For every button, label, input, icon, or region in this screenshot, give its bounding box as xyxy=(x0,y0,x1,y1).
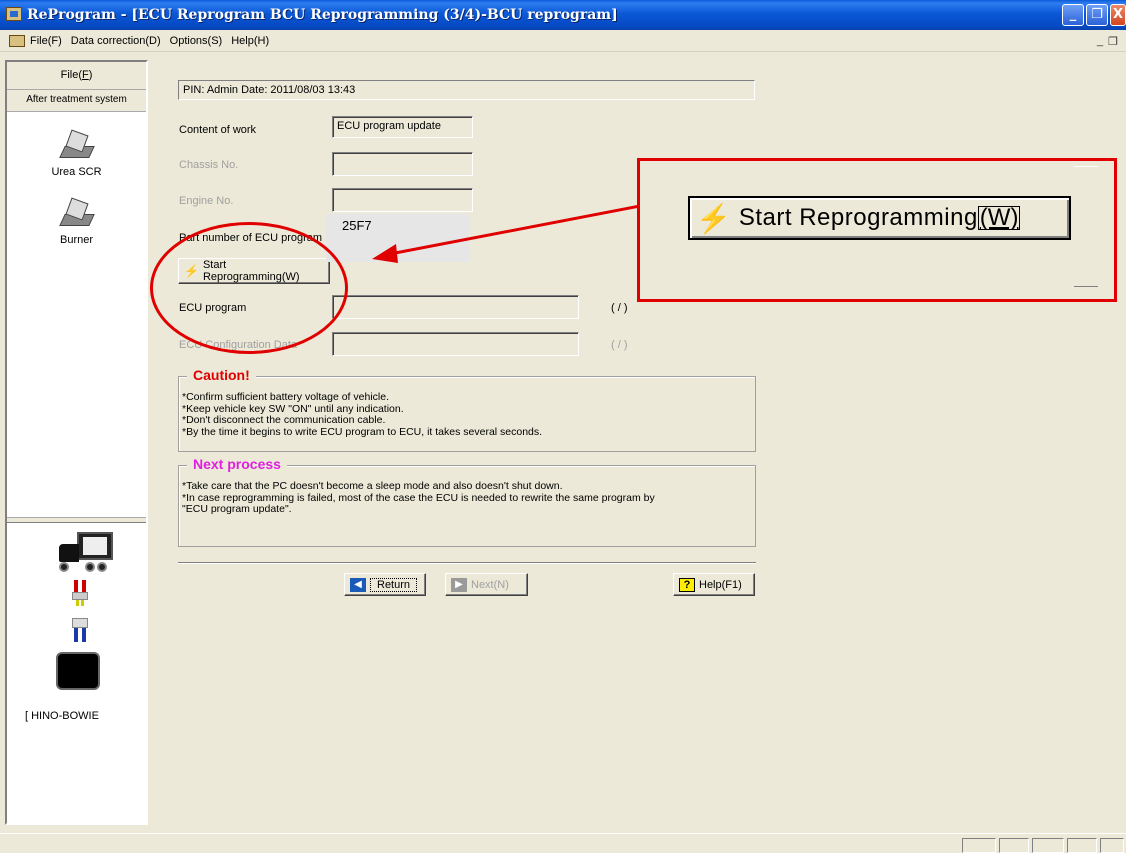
reprogram-chip-icon: ⚡ xyxy=(696,202,731,234)
pencil-plate-icon xyxy=(58,128,95,162)
pin-date-bar: PIN: Admin Date: 2011/08/03 13:43 xyxy=(178,80,755,100)
menu-help[interactable]: Help(H) xyxy=(231,35,269,47)
menu-data-correction[interactable]: Data correction(D) xyxy=(71,35,161,47)
document-icon xyxy=(9,35,25,47)
status-cell xyxy=(1100,838,1124,853)
sidebar-item-burner[interactable]: Burner xyxy=(7,196,146,246)
ecu-program-count: ( / ) xyxy=(611,302,628,314)
close-button[interactable]: X xyxy=(1110,4,1126,26)
sidebar-category: After treatment system xyxy=(7,90,146,112)
zoom-callout: ⚡ Start Reprogramming (W) xyxy=(637,158,1117,302)
menu-bar: File(F) Data correction(D) Options(S) He… xyxy=(0,30,1126,52)
panel-divider xyxy=(7,517,146,523)
back-arrow-icon: ◀ xyxy=(350,577,366,592)
next-button[interactable]: ▶ Next(N) xyxy=(445,573,528,596)
content-of-work-label: Content of work xyxy=(179,124,257,136)
ecu-icon xyxy=(56,652,100,690)
status-cell xyxy=(999,838,1029,853)
caution-group: Caution! *Confirm sufficient battery vol… xyxy=(178,367,756,452)
connector-red-icon xyxy=(71,580,89,606)
chassis-no-label: Chassis No. xyxy=(179,159,239,171)
caution-text: *Confirm sufficient battery voltage of v… xyxy=(182,391,543,438)
faint-line xyxy=(1074,286,1098,288)
ecu-config-count: ( / ) xyxy=(611,339,628,351)
app-icon xyxy=(6,7,22,21)
chassis-no-field[interactable] xyxy=(332,152,473,176)
sidebar-header[interactable]: File(F) xyxy=(7,62,146,90)
ecu-program-progress xyxy=(332,295,579,319)
content-of-work-field: ECU program update xyxy=(332,116,473,138)
help-question-icon: ? xyxy=(679,577,695,592)
return-button[interactable]: ◀ Return xyxy=(344,573,426,596)
sidebar-item-label: Burner xyxy=(59,234,94,246)
forward-arrow-icon: ▶ xyxy=(451,577,467,592)
next-process-text: *Take care that the PC doesn't become a … xyxy=(182,480,655,515)
help-button[interactable]: ? Help(F1) xyxy=(673,573,755,596)
truck-icon xyxy=(55,532,115,574)
sidebar: File(F) After treatment system Urea SCR … xyxy=(5,60,148,825)
status-cell xyxy=(1032,838,1064,853)
title-bar: ReProgram - [ECU Reprogram BCU Reprogram… xyxy=(0,0,1126,30)
status-cell xyxy=(962,838,996,853)
divider-line xyxy=(178,562,756,564)
ecu-config-progress xyxy=(332,332,579,356)
menu-options[interactable]: Options(S) xyxy=(170,35,223,47)
mdi-restore-button[interactable]: ❐ xyxy=(1108,35,1118,48)
next-process-title: Next process xyxy=(187,456,287,472)
next-process-group: Next process *Take care that the PC does… xyxy=(178,456,756,547)
faint-line xyxy=(1074,166,1098,168)
sidebar-item-urea-scr[interactable]: Urea SCR xyxy=(7,128,146,178)
vehicle-label: [ HINO-BOWIE xyxy=(25,710,99,722)
mdi-minimize-button[interactable]: _ xyxy=(1097,35,1103,47)
sidebar-item-label: Urea SCR xyxy=(51,166,102,178)
zoomed-start-reprogramming-button: ⚡ Start Reprogramming (W) xyxy=(688,196,1071,240)
status-cell xyxy=(1067,838,1097,853)
connector-blue-icon xyxy=(71,618,89,644)
restore-button[interactable]: ❐ xyxy=(1086,4,1108,26)
highlight-arrow xyxy=(372,204,641,263)
engine-no-label: Engine No. xyxy=(179,195,234,207)
pencil-plate-icon xyxy=(58,196,95,230)
caution-title: Caution! xyxy=(187,367,256,383)
menu-file[interactable]: File(F) xyxy=(30,35,62,47)
window-title: ReProgram - [ECU Reprogram BCU Reprogram… xyxy=(27,7,618,23)
status-bar xyxy=(0,833,1126,853)
highlight-ellipse xyxy=(150,222,348,354)
minimize-button[interactable]: _ xyxy=(1062,4,1084,26)
